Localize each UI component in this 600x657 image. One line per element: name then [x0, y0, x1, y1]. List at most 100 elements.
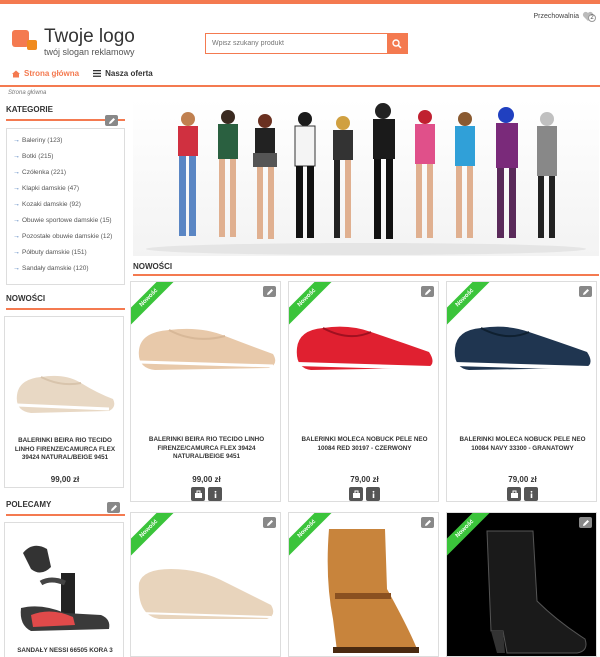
product-card[interactable]: Nowość	[130, 512, 281, 657]
logo[interactable]: Twoje logo twój slogan reklamowy	[12, 26, 135, 57]
cart-icon	[352, 490, 360, 498]
category-item[interactable]: → Baleriny (123)	[13, 137, 62, 144]
sidebar-recommended-product[interactable]: SANDAŁY NESSI 66505 KORA 3	[4, 522, 124, 657]
logo-mark	[12, 28, 38, 54]
category-item[interactable]: → Botki (215)	[13, 153, 53, 160]
category-item[interactable]: → Sandały damskie (120)	[13, 265, 88, 272]
product-card[interactable]: Nowość BALERINKI BEIRA RIO TECIDO LINHO …	[130, 281, 281, 502]
nav-home[interactable]: Strona główna	[12, 69, 79, 78]
edit-recommended-button[interactable]	[107, 502, 120, 513]
recommended-title: POLECAMY	[6, 500, 52, 509]
sidebar-new-product[interactable]: BALERINKI BEIRA RIO TECIDO LINHO FIRENZE…	[4, 316, 124, 488]
product-image	[486, 530, 587, 654]
cart-icon	[510, 490, 518, 498]
categories-list: → Baleriny (123) → Botki (215) → Czółenka (…	[6, 128, 125, 285]
info-button[interactable]	[208, 487, 222, 501]
product-card[interactable]: Nowość BALERINKI MOLECA NOBUCK PELE NEO …	[446, 281, 597, 502]
arrow-icon: →	[13, 185, 20, 192]
home-icon	[12, 70, 20, 77]
pencil-icon	[108, 117, 115, 124]
pencil-icon	[266, 288, 273, 295]
edit-product-button[interactable]	[579, 286, 592, 297]
wishlist-link[interactable]: Przechowalnia 2	[533, 10, 596, 22]
edit-product-button[interactable]	[263, 286, 276, 297]
new-title: NOWOŚCI	[6, 294, 46, 303]
product-price: 79,00 zł	[350, 475, 379, 484]
info-icon	[372, 490, 374, 498]
models-photo	[146, 103, 586, 255]
arrow-icon: →	[13, 137, 20, 144]
category-item[interactable]: → Czółenka (221)	[13, 169, 66, 176]
product-name[interactable]: BALERINKI BEIRA RIO TECIDO LINHO FIRENZE…	[9, 437, 121, 463]
product-name[interactable]: BALERINKI MOLECA NOBUCK PELE NEO 10084 R…	[295, 436, 434, 453]
product-price: 99,00 zł	[50, 475, 80, 484]
add-to-cart-button[interactable]	[191, 487, 205, 501]
product-image	[138, 569, 274, 619]
section-title: NOWOŚCI	[133, 262, 173, 271]
pencil-icon	[110, 504, 117, 511]
product-price: 99,00 zł	[192, 475, 221, 484]
category-item[interactable]: → Klapki damskie (47)	[13, 185, 79, 192]
info-button[interactable]	[366, 487, 380, 501]
search-bar	[205, 33, 408, 54]
info-button[interactable]	[524, 487, 538, 501]
section-divider	[133, 274, 599, 276]
arrow-icon: →	[13, 233, 20, 240]
product-name[interactable]: SANDAŁY NESSI 66505 KORA 3	[9, 647, 121, 656]
edit-product-button[interactable]	[421, 286, 434, 297]
wishlist-label: Przechowalnia	[533, 12, 579, 20]
pencil-icon	[424, 519, 431, 526]
product-actions	[507, 487, 538, 501]
product-card[interactable]: Nowość	[288, 512, 439, 657]
menu-icon	[93, 70, 102, 77]
arrow-icon: →	[13, 249, 20, 256]
edit-product-button[interactable]	[263, 517, 276, 528]
category-item[interactable]: → Pozostałe obuwie damskie (12)	[13, 233, 112, 240]
hero-banner[interactable]	[133, 99, 599, 256]
arrow-icon: →	[13, 265, 20, 272]
search-button[interactable]	[387, 34, 407, 53]
search-input[interactable]	[206, 34, 387, 53]
category-item[interactable]: → Półbuty damskie (151)	[13, 249, 87, 256]
product-image	[454, 326, 591, 370]
product-card[interactable]: Nowość BALERINKI MOLECA NOBUCK PELE NEO …	[288, 281, 439, 502]
product-image	[296, 326, 433, 370]
pencil-icon	[582, 519, 589, 526]
wishlist-count: 2	[588, 14, 596, 22]
categories-heading: KATEGORIE	[6, 105, 125, 121]
pencil-icon	[424, 288, 431, 295]
info-icon	[214, 490, 216, 498]
top-accent-bar	[0, 0, 600, 4]
edit-product-button[interactable]	[421, 517, 434, 528]
product-image	[327, 529, 419, 653]
product-card[interactable]: Nowość	[446, 512, 597, 657]
edit-product-button[interactable]	[579, 517, 592, 528]
product-image	[138, 328, 276, 370]
pencil-icon	[266, 519, 273, 526]
add-to-cart-button[interactable]	[507, 487, 521, 501]
product-actions	[349, 487, 380, 501]
edit-categories-button[interactable]	[105, 115, 118, 126]
arrow-icon: →	[13, 153, 20, 160]
main-nav: Strona główna Nasza oferta	[12, 69, 153, 78]
logo-slogan: twój slogan reklamowy	[44, 47, 135, 57]
product-price: 79,00 zł	[508, 475, 537, 484]
cart-icon	[194, 490, 202, 498]
add-to-cart-button[interactable]	[349, 487, 363, 501]
product-image	[20, 545, 110, 631]
nav-offer[interactable]: Nasza oferta	[93, 69, 153, 78]
heart-icon: 2	[582, 10, 596, 22]
logo-title: Twoje logo	[44, 26, 135, 47]
nav-divider	[0, 85, 600, 87]
pencil-icon	[582, 288, 589, 295]
arrow-icon: →	[13, 169, 20, 176]
category-item[interactable]: → Kozaki damskie (92)	[13, 201, 81, 208]
breadcrumb[interactable]: Strona główna	[8, 90, 46, 96]
product-name[interactable]: BALERINKI MOLECA NOBUCK PELE NEO 10084 N…	[453, 436, 592, 453]
product-image	[16, 375, 115, 413]
product-name[interactable]: BALERINKI BEIRA RIO TECIDO LINHO FIRENZE…	[137, 436, 276, 462]
nav-home-label: Strona główna	[24, 69, 80, 78]
arrow-icon: →	[13, 217, 20, 224]
category-item[interactable]: → Obuwie sportowe damskie (15)	[13, 217, 112, 224]
new-heading: NOWOŚCI	[6, 294, 125, 310]
